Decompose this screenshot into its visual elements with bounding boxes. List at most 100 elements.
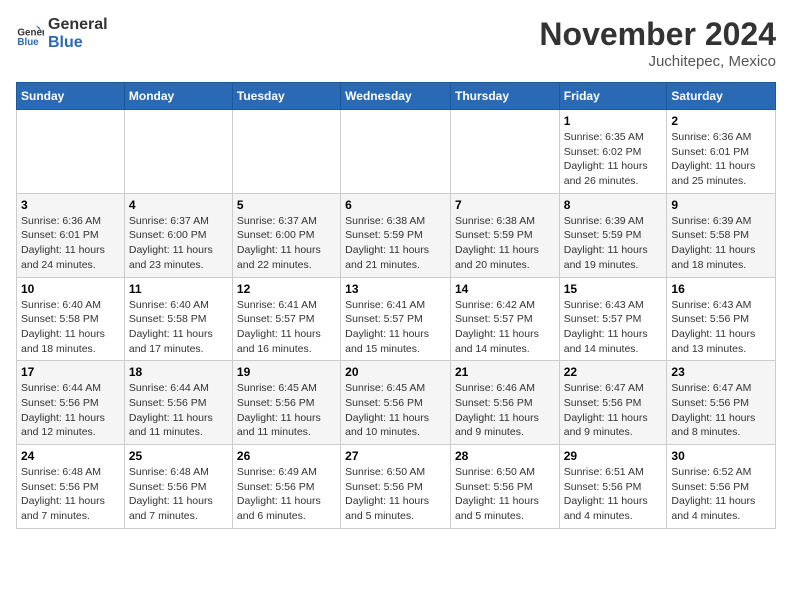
calendar-cell: 9 Sunrise: 6:39 AMSunset: 5:58 PMDaylight… [667, 193, 776, 277]
day-number: 15 [564, 282, 663, 296]
calendar-cell: 7 Sunrise: 6:38 AMSunset: 5:59 PMDaylight… [450, 193, 559, 277]
calendar-cell: 5 Sunrise: 6:37 AMSunset: 6:00 PMDaylight… [232, 193, 340, 277]
day-info: Sunrise: 6:37 AMSunset: 6:00 PMDaylight:… [129, 214, 228, 273]
calendar-cell [232, 110, 340, 194]
calendar-table: SundayMondayTuesdayWednesdayThursdayFrid… [16, 82, 776, 529]
col-header-tuesday: Tuesday [232, 83, 340, 110]
calendar-cell: 14Sunrise: 6:42 AMSunset: 5:57 PMDayligh… [450, 277, 559, 361]
day-number: 26 [237, 449, 336, 463]
calendar-cell: 25Sunrise: 6:48 AMSunset: 5:56 PMDayligh… [124, 445, 232, 529]
col-header-friday: Friday [559, 83, 667, 110]
day-number: 18 [129, 365, 228, 379]
calendar-cell: 2Sunrise: 6:36 AMSunset: 6:01 PMDaylight… [667, 110, 776, 194]
day-info: Sunrise: 6:35 AMSunset: 6:02 PMDaylight:… [564, 130, 663, 189]
day-number: 16 [671, 282, 771, 296]
calendar-cell: 30 Sunrise: 6:52 AMSunset: 5:56 PMDayligh… [667, 445, 776, 529]
day-number: 10 [21, 282, 120, 296]
calendar-cell: 12 Sunrise: 6:41 AMSunset: 5:57 PMDayligh… [232, 277, 340, 361]
day-info: Sunrise: 6:44 AMSunset: 5:56 PMDaylight:… [129, 381, 228, 440]
day-info: Sunrise: 6:44 AMSunset: 5:56 PMDaylight:… [21, 381, 120, 440]
day-number: 22 [564, 365, 663, 379]
day-number: 8 [564, 198, 663, 212]
day-number: 28 [455, 449, 555, 463]
day-number: 27 [345, 449, 446, 463]
day-number: 12 [237, 282, 336, 296]
day-number: 1 [564, 114, 663, 128]
calendar-cell: 13 Sunrise: 6:41 AMSunset: 5:57 PMDayligh… [341, 277, 451, 361]
col-header-sunday: Sunday [17, 83, 125, 110]
day-info: Sunrise: 6:36 AMSunset: 6:01 PMDaylight:… [21, 214, 120, 273]
day-info: Sunrise: 6:39 AMSunset: 5:59 PMDaylight:… [564, 214, 663, 273]
svg-text:Blue: Blue [17, 37, 39, 48]
calendar-cell: 23 Sunrise: 6:47 AMSunset: 5:56 PMDayligh… [667, 361, 776, 445]
day-number: 4 [129, 198, 228, 212]
day-number: 23 [671, 365, 771, 379]
day-info: Sunrise: 6:40 AMSunset: 5:58 PMDaylight:… [129, 298, 228, 357]
calendar-cell: 16 Sunrise: 6:43 AMSunset: 5:56 PMDayligh… [667, 277, 776, 361]
calendar-cell: 22Sunrise: 6:47 AMSunset: 5:56 PMDayligh… [559, 361, 667, 445]
day-info: Sunrise: 6:38 AMSunset: 5:59 PMDaylight:… [455, 214, 555, 273]
calendar-cell: 26 Sunrise: 6:49 AMSunset: 5:56 PMDayligh… [232, 445, 340, 529]
calendar-cell: 28 Sunrise: 6:50 AMSunset: 5:56 PMDayligh… [450, 445, 559, 529]
day-number: 24 [21, 449, 120, 463]
day-number: 19 [237, 365, 336, 379]
calendar-cell: 1 Sunrise: 6:35 AMSunset: 6:02 PMDaylight… [559, 110, 667, 194]
day-number: 11 [129, 282, 228, 296]
day-info: Sunrise: 6:38 AMSunset: 5:59 PMDaylight:… [345, 214, 446, 273]
day-info: Sunrise: 6:52 AMSunset: 5:56 PMDaylight:… [671, 465, 771, 524]
calendar-cell: 10 Sunrise: 6:40 AMSunset: 5:58 PMDayligh… [17, 277, 125, 361]
day-info: Sunrise: 6:39 AMSunset: 5:58 PMDaylight:… [671, 214, 771, 273]
day-number: 6 [345, 198, 446, 212]
calendar-cell [17, 110, 125, 194]
calendar-cell: 27Sunrise: 6:50 AMSunset: 5:56 PMDayligh… [341, 445, 451, 529]
col-header-saturday: Saturday [667, 83, 776, 110]
day-number: 13 [345, 282, 446, 296]
day-info: Sunrise: 6:41 AMSunset: 5:57 PMDaylight:… [237, 298, 336, 357]
month-title: November 2024 [539, 16, 776, 53]
day-info: Sunrise: 6:41 AMSunset: 5:57 PMDaylight:… [345, 298, 446, 357]
day-number: 3 [21, 198, 120, 212]
day-number: 25 [129, 449, 228, 463]
calendar-cell: 3 Sunrise: 6:36 AMSunset: 6:01 PMDaylight… [17, 193, 125, 277]
page-header: General Blue General Blue November 2024 … [16, 16, 776, 70]
col-header-wednesday: Wednesday [341, 83, 451, 110]
day-number: 7 [455, 198, 555, 212]
day-info: Sunrise: 6:48 AMSunset: 5:56 PMDaylight:… [21, 465, 120, 524]
day-number: 29 [564, 449, 663, 463]
calendar-cell: 4 Sunrise: 6:37 AMSunset: 6:00 PMDaylight… [124, 193, 232, 277]
day-number: 9 [671, 198, 771, 212]
calendar-cell: 19 Sunrise: 6:45 AMSunset: 5:56 PMDayligh… [232, 361, 340, 445]
calendar-cell: 29 Sunrise: 6:51 AMSunset: 5:56 PMDayligh… [559, 445, 667, 529]
day-info: Sunrise: 6:43 AMSunset: 5:57 PMDaylight:… [564, 298, 663, 357]
calendar-cell: 24 Sunrise: 6:48 AMSunset: 5:56 PMDayligh… [17, 445, 125, 529]
day-info: Sunrise: 6:51 AMSunset: 5:56 PMDaylight:… [564, 465, 663, 524]
day-info: Sunrise: 6:46 AMSunset: 5:56 PMDaylight:… [455, 381, 555, 440]
calendar-cell [341, 110, 451, 194]
day-info: Sunrise: 6:40 AMSunset: 5:58 PMDaylight:… [21, 298, 120, 357]
day-info: Sunrise: 6:49 AMSunset: 5:56 PMDaylight:… [237, 465, 336, 524]
calendar-cell: 21 Sunrise: 6:46 AMSunset: 5:56 PMDayligh… [450, 361, 559, 445]
calendar-cell [450, 110, 559, 194]
day-info: Sunrise: 6:50 AMSunset: 5:56 PMDaylight:… [455, 465, 555, 524]
day-info: Sunrise: 6:37 AMSunset: 6:00 PMDaylight:… [237, 214, 336, 273]
calendar-cell: 11 Sunrise: 6:40 AMSunset: 5:58 PMDayligh… [124, 277, 232, 361]
day-number: 5 [237, 198, 336, 212]
title-block: November 2024 Juchitepec, Mexico [539, 16, 776, 70]
day-info: Sunrise: 6:47 AMSunset: 5:56 PMDaylight:… [671, 381, 771, 440]
day-info: Sunrise: 6:43 AMSunset: 5:56 PMDaylight:… [671, 298, 771, 357]
calendar-cell: 15 Sunrise: 6:43 AMSunset: 5:57 PMDayligh… [559, 277, 667, 361]
calendar-cell: 20Sunrise: 6:45 AMSunset: 5:56 PMDayligh… [341, 361, 451, 445]
col-header-monday: Monday [124, 83, 232, 110]
day-number: 17 [21, 365, 120, 379]
day-info: Sunrise: 6:36 AMSunset: 6:01 PMDaylight:… [671, 130, 771, 189]
calendar-cell: 17 Sunrise: 6:44 AMSunset: 5:56 PMDayligh… [17, 361, 125, 445]
day-number: 21 [455, 365, 555, 379]
day-number: 30 [671, 449, 771, 463]
logo: General Blue General Blue [16, 16, 108, 51]
calendar-cell: 6 Sunrise: 6:38 AMSunset: 5:59 PMDaylight… [341, 193, 451, 277]
calendar-cell [124, 110, 232, 194]
col-header-thursday: Thursday [450, 83, 559, 110]
day-info: Sunrise: 6:42 AMSunset: 5:57 PMDaylight:… [455, 298, 555, 357]
location: Juchitepec, Mexico [539, 53, 776, 70]
day-info: Sunrise: 6:45 AMSunset: 5:56 PMDaylight:… [237, 381, 336, 440]
